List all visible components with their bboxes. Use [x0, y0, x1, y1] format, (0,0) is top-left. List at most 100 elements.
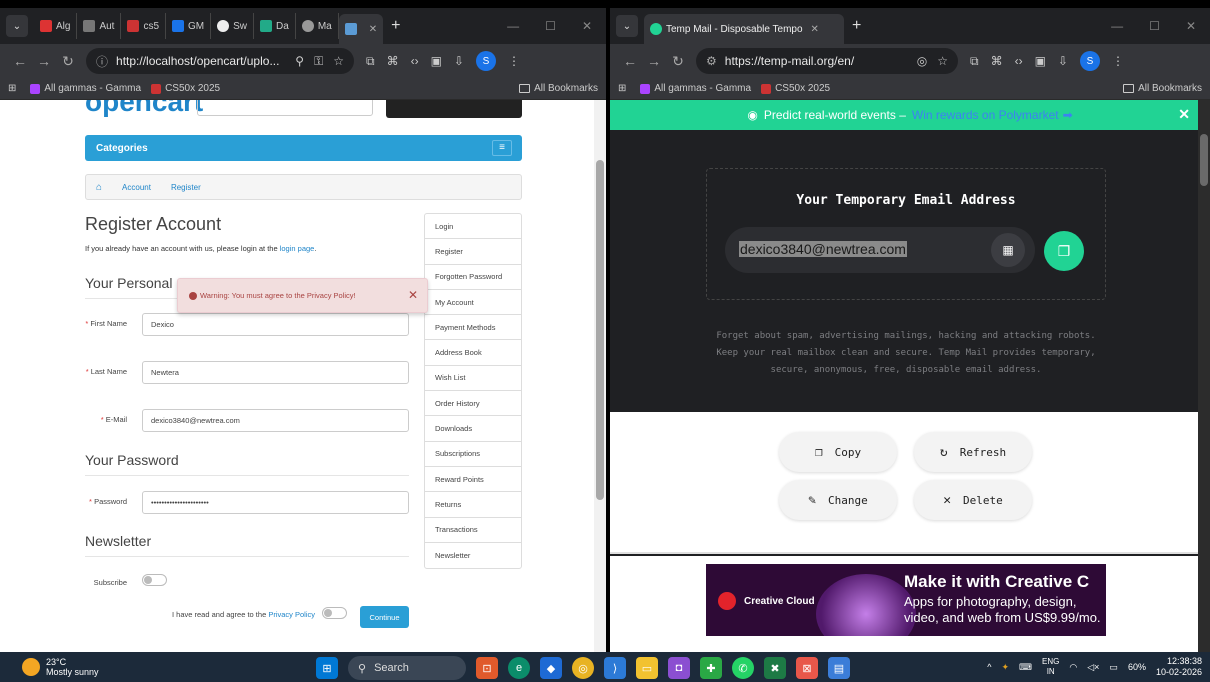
download-icon[interactable]: ⇩: [454, 54, 464, 68]
tab-close-icon[interactable]: ✕: [369, 24, 377, 35]
address-bar[interactable]: ⓘ http://localhost/opencart/uplo... ⚲ ⚿ …: [86, 48, 354, 74]
password-field[interactable]: ••••••••••••••••••••••: [142, 491, 409, 514]
language-indicator[interactable]: ENG IN: [1042, 657, 1059, 677]
new-tab-button[interactable]: +: [391, 17, 400, 35]
wifi-icon[interactable]: ◠: [1069, 662, 1077, 673]
profile-avatar[interactable]: S: [475, 51, 496, 71]
tab-6[interactable]: Da: [254, 13, 296, 39]
sidebar-item-payment-methods[interactable]: Payment Methods: [425, 315, 521, 341]
copy-button[interactable]: ❐ Copy: [779, 432, 897, 472]
login-page-link[interactable]: login page: [280, 244, 315, 253]
email-address-field[interactable]: dexico3840@newtrea.com ▦: [725, 227, 1035, 273]
taskbar-search[interactable]: ⚲ Search: [348, 656, 466, 680]
site-settings-icon[interactable]: ⚙: [706, 54, 717, 68]
sidebar-item-order-history[interactable]: Order History: [425, 391, 521, 417]
extensions-icon[interactable]: ⧉: [366, 54, 375, 69]
sidebar-item-address-book[interactable]: Address Book: [425, 340, 521, 366]
tab-active[interactable]: ✕: [338, 14, 384, 44]
eye-off-icon[interactable]: ◎: [917, 54, 927, 68]
home-icon[interactable]: ⌂: [96, 182, 102, 193]
sidebar-item-register[interactable]: Register: [425, 239, 521, 265]
pycharm-icon[interactable]: ✚: [700, 657, 722, 679]
refresh-button[interactable]: ↻ Refresh: [914, 432, 1032, 472]
close-window-icon[interactable]: ✕: [1186, 19, 1196, 33]
tab-5[interactable]: Sw: [211, 13, 255, 39]
sidebar-item-forgotten-password[interactable]: Forgotten Password: [425, 265, 521, 290]
app-icon[interactable]: ◘: [668, 657, 690, 679]
tab-2[interactable]: Aut: [77, 13, 122, 39]
all-bookmarks-button[interactable]: All Bookmarks: [519, 83, 598, 94]
file-explorer-icon[interactable]: ▭: [636, 657, 658, 679]
bookmark-item[interactable]: All gammas - Gamma: [640, 83, 751, 94]
widgets-icon[interactable]: ⊡: [476, 657, 498, 679]
scrollbar-thumb[interactable]: [1200, 134, 1208, 186]
weather-widget[interactable]: 23°C Mostly sunny: [22, 657, 99, 677]
sidebar-item-returns[interactable]: Returns: [425, 492, 521, 518]
tab-search-button[interactable]: ⌄: [6, 15, 28, 37]
sidepanel-icon[interactable]: ▣: [1035, 54, 1046, 68]
promo-link[interactable]: Win rewards on Polymarket: [912, 108, 1059, 122]
bookmark-star-icon[interactable]: ☆: [333, 54, 344, 68]
apps-grid-icon[interactable]: ⊞: [8, 83, 16, 94]
alert-close-icon[interactable]: ✕: [408, 288, 418, 302]
back-icon[interactable]: ←: [618, 53, 642, 69]
start-icon[interactable]: ⊞: [316, 657, 338, 679]
tab-close-icon[interactable]: ✕: [811, 24, 819, 35]
volume-muted-icon[interactable]: ◁×: [1087, 662, 1099, 673]
reload-icon[interactable]: ↻: [56, 53, 80, 70]
forward-icon[interactable]: →: [642, 53, 666, 69]
clock[interactable]: 12:38:38 10-02-2026: [1156, 656, 1202, 678]
menu-icon[interactable]: ⋮: [508, 54, 520, 68]
edge-icon[interactable]: e: [508, 657, 530, 679]
sidebar-item-wish-list[interactable]: Wish List: [425, 366, 521, 392]
sidebar-item-subscriptions[interactable]: Subscriptions: [425, 442, 521, 467]
copilot-icon[interactable]: ◆: [540, 657, 562, 679]
menu-toggle-icon[interactable]: ≡: [492, 140, 512, 156]
store-logo[interactable]: opencart: [85, 100, 203, 118]
sidebar-item-reward-points[interactable]: Reward Points: [425, 467, 521, 493]
tab-temp-mail[interactable]: Temp Mail - Disposable Tempo ✕: [644, 14, 844, 44]
sidepanel-icon[interactable]: ▣: [431, 54, 442, 68]
translate-icon[interactable]: ⌘: [991, 54, 1003, 68]
download-icon[interactable]: ⇩: [1058, 54, 1068, 68]
email-address-text[interactable]: dexico3840@newtrea.com: [739, 241, 907, 257]
app-icon-3[interactable]: ▤: [828, 657, 850, 679]
breadcrumb-account[interactable]: Account: [122, 183, 151, 192]
translate-icon[interactable]: ⌘: [387, 54, 399, 68]
privacy-agree-toggle[interactable]: [322, 607, 347, 619]
code-icon[interactable]: ‹›: [1015, 54, 1023, 68]
sidebar-item-login[interactable]: Login: [425, 214, 521, 240]
maximize-icon[interactable]: ☐: [545, 19, 556, 33]
categories-bar[interactable]: Categories ≡: [85, 135, 522, 161]
chrome-icon[interactable]: ◎: [572, 657, 594, 679]
info-icon[interactable]: ⓘ: [96, 53, 108, 70]
minimize-icon[interactable]: —: [1111, 19, 1123, 33]
creative-cloud-ad[interactable]: Creative Cloud Make it with Creative C A…: [706, 564, 1106, 636]
delete-button[interactable]: ✕ Delete: [914, 480, 1032, 520]
cart-button[interactable]: [386, 100, 522, 118]
menu-icon[interactable]: ⋮: [1112, 54, 1124, 68]
keyboard-icon[interactable]: ⌨: [1019, 662, 1032, 673]
close-window-icon[interactable]: ✕: [582, 19, 592, 33]
minimize-icon[interactable]: —: [507, 19, 519, 33]
breadcrumb-register[interactable]: Register: [171, 183, 201, 192]
sidebar-item-downloads[interactable]: Downloads: [425, 416, 521, 442]
subscribe-toggle[interactable]: [142, 574, 167, 586]
tab-1[interactable]: Alg: [34, 13, 78, 39]
zoom-icon[interactable]: ⚲: [295, 54, 304, 68]
change-button[interactable]: ✎ Change: [779, 480, 897, 520]
battery-icon[interactable]: ▭: [1109, 662, 1118, 673]
privacy-policy-link[interactable]: Privacy Policy: [268, 610, 315, 619]
page-scrollbar[interactable]: [1198, 100, 1210, 652]
address-bar[interactable]: ⚙ https://temp-mail.org/en/ ◎ ☆: [696, 48, 958, 74]
maximize-icon[interactable]: ☐: [1149, 19, 1160, 33]
excel-icon[interactable]: ✖: [764, 657, 786, 679]
tab-3[interactable]: cs5: [121, 13, 167, 39]
code-icon[interactable]: ‹›: [411, 54, 419, 68]
reload-icon[interactable]: ↻: [666, 53, 690, 70]
qr-code-icon[interactable]: ▦: [991, 233, 1025, 267]
bookmark-item[interactable]: CS50x 2025: [151, 83, 220, 94]
apps-grid-icon[interactable]: ⊞: [618, 83, 626, 94]
last-name-field[interactable]: Newtera: [142, 361, 409, 384]
sidebar-item-transactions[interactable]: Transactions: [425, 518, 521, 543]
